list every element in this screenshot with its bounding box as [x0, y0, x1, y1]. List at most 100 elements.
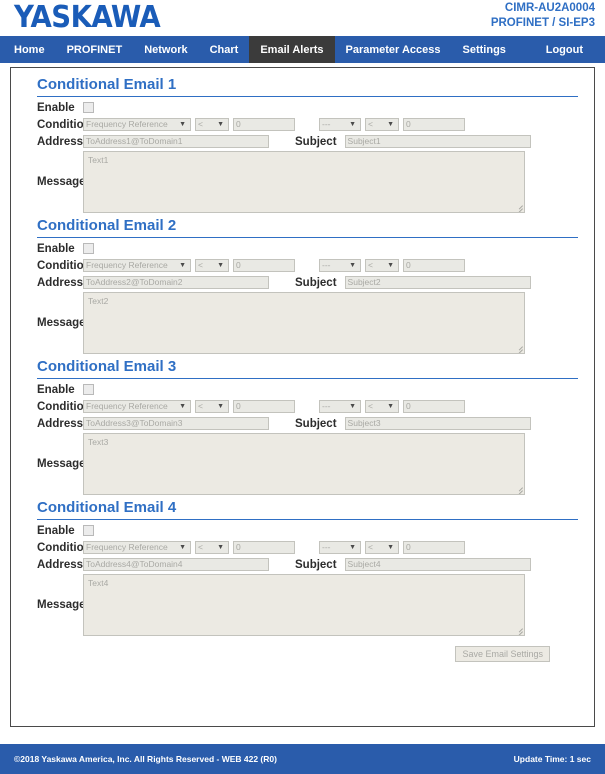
block-1-value1-input[interactable]: 0	[233, 118, 295, 131]
block-1-enable-checkbox[interactable]	[83, 102, 94, 113]
device-identification: CIMR-AU2A0004 PROFINET / SI-EP3	[491, 1, 595, 31]
nav-item-email-alerts[interactable]: Email Alerts	[249, 36, 335, 63]
nav-item-chart[interactable]: Chart	[199, 36, 250, 63]
block-4-enable-checkbox[interactable]	[83, 525, 94, 536]
block-1-condition-label: Condition	[37, 118, 91, 131]
block-4-source-value: Frequency Reference	[86, 542, 168, 552]
block-4-address-row: Address ToAddress4@ToDomain4 Subject Sub…	[27, 557, 578, 572]
block-3-value2-input[interactable]: 0	[403, 400, 465, 413]
block-1-source-select[interactable]: Frequency Reference ▼	[83, 118, 191, 131]
block-3-enable-row: Enable	[27, 382, 578, 397]
block-4-message-label: Message	[37, 599, 86, 611]
device-protocol: PROFINET / SI-EP3	[490, 17, 595, 29]
resize-handle-icon[interactable]	[513, 624, 523, 635]
chevron-down-icon: ▼	[217, 262, 224, 269]
block-3-message-value: Text3	[88, 437, 109, 447]
resize-handle-icon[interactable]	[513, 201, 523, 212]
block-1-operator2-value: <	[368, 119, 373, 129]
block-4-logic-select[interactable]: --- ▼	[319, 541, 361, 554]
block-2-address-input[interactable]: ToAddress2@ToDomain2	[83, 276, 269, 289]
block-3-address-label: Address	[37, 417, 84, 430]
copyright-text: ©2018 Yaskawa America, Inc. All Rights R…	[14, 754, 277, 764]
block-4-enable-row: Enable	[27, 523, 578, 538]
block-2-logic-value: ---	[322, 260, 331, 270]
chevron-down-icon: ▼	[349, 262, 356, 269]
chevron-down-icon: ▼	[387, 262, 394, 269]
block-3-subject-label: Subject	[295, 417, 337, 430]
nav-item-parameter-access[interactable]: Parameter Access	[335, 36, 452, 63]
block-1-value2-input[interactable]: 0	[403, 118, 465, 131]
block-2-source-select[interactable]: Frequency Reference ▼	[83, 259, 191, 272]
block-4-operator2-value: <	[368, 542, 373, 552]
block-4-address-input[interactable]: ToAddress4@ToDomain4	[83, 558, 269, 571]
block-2-operator2-value: <	[368, 260, 373, 270]
block-1-operator1-select[interactable]: < ▼	[195, 118, 229, 131]
block-1-logic-value: ---	[322, 119, 331, 129]
block-1-subject-input[interactable]: Subject1	[344, 135, 531, 148]
block-4-value2-input[interactable]: 0	[403, 541, 465, 554]
chevron-down-icon: ▼	[179, 262, 186, 269]
block-3-rule	[37, 378, 578, 379]
block-1-message-label: Message	[37, 176, 86, 188]
block-1-rule	[37, 96, 578, 97]
block-4-logic-value: ---	[322, 542, 331, 552]
block-1-address-input[interactable]: ToAddress1@ToDomain1	[83, 135, 269, 148]
nav-item-home[interactable]: Home	[0, 36, 56, 63]
block-2-message-textarea[interactable]: Text2	[83, 292, 525, 354]
resize-handle-icon[interactable]	[513, 483, 523, 494]
block-1-operator1-value: <	[198, 119, 203, 129]
block-4-title: Conditional Email 4	[37, 499, 177, 516]
block-2-rule	[37, 237, 578, 238]
device-model: CIMR-AU2A0004	[504, 2, 595, 14]
block-3-logic-value: ---	[322, 401, 331, 411]
chevron-down-icon: ▼	[349, 121, 356, 128]
block-1-message-textarea[interactable]: Text1	[83, 151, 525, 213]
block-4-condition-label: Condition	[37, 541, 91, 554]
nav-item-network[interactable]: Network	[133, 36, 198, 63]
block-4-value1-input[interactable]: 0	[233, 541, 295, 554]
block-2-value1-input[interactable]: 0	[233, 259, 295, 272]
block-2-operator1-select[interactable]: < ▼	[195, 259, 229, 272]
block-2-value2-input[interactable]: 0	[403, 259, 465, 272]
chevron-down-icon: ▼	[387, 121, 394, 128]
block-3-operator2-select[interactable]: < ▼	[365, 400, 399, 413]
block-2-source-value: Frequency Reference	[86, 260, 168, 270]
block-3-operator1-select[interactable]: < ▼	[195, 400, 229, 413]
chevron-down-icon: ▼	[349, 544, 356, 551]
block-3-subject-input[interactable]: Subject3	[344, 417, 531, 430]
block-4-source-select[interactable]: Frequency Reference ▼	[83, 541, 191, 554]
yaskawa-logo: YASKAWA	[14, 0, 161, 35]
block-3-value1-input[interactable]: 0	[233, 400, 295, 413]
block-2-subject-input[interactable]: Subject2	[344, 276, 531, 289]
block-4-subject-input[interactable]: Subject4	[344, 558, 531, 571]
block-2-message-label: Message	[37, 317, 86, 329]
block-2-logic-select[interactable]: --- ▼	[319, 259, 361, 272]
save-email-settings-button[interactable]: Save Email Settings	[455, 646, 550, 662]
nav-item-logout[interactable]: Logout	[535, 36, 605, 63]
block-4-operator2-select[interactable]: < ▼	[365, 541, 399, 554]
block-3-source-value: Frequency Reference	[86, 401, 168, 411]
block-2-enable-checkbox[interactable]	[83, 243, 94, 254]
block-3-logic-select[interactable]: --- ▼	[319, 400, 361, 413]
block-3-enable-checkbox[interactable]	[83, 384, 94, 395]
block-3-address-row: Address ToAddress3@ToDomain3 Subject Sub…	[27, 416, 578, 431]
block-3-message-textarea[interactable]: Text3	[83, 433, 525, 495]
block-2-message-row: Message Text2	[27, 292, 578, 354]
block-1-title: Conditional Email 1	[37, 76, 177, 93]
block-1-operator2-select[interactable]: < ▼	[365, 118, 399, 131]
block-2-operator2-select[interactable]: < ▼	[365, 259, 399, 272]
block-2-subject-label: Subject	[295, 276, 337, 289]
block-4-address-label: Address	[37, 558, 84, 571]
block-4-message-textarea[interactable]: Text4	[83, 574, 525, 636]
block-1-logic-select[interactable]: --- ▼	[319, 118, 361, 131]
block-1-message-value: Text1	[88, 155, 109, 165]
block-3-source-select[interactable]: Frequency Reference ▼	[83, 400, 191, 413]
nav-item-profinet[interactable]: PROFINET	[56, 36, 134, 63]
block-4-operator1-select[interactable]: < ▼	[195, 541, 229, 554]
resize-handle-icon[interactable]	[513, 342, 523, 353]
nav-item-settings[interactable]: Settings	[452, 36, 517, 63]
chevron-down-icon: ▼	[179, 544, 186, 551]
block-3-address-input[interactable]: ToAddress3@ToDomain3	[83, 417, 269, 430]
block-3-condition-row: Condition Frequency Reference ▼ < ▼ 0 --…	[27, 399, 578, 414]
